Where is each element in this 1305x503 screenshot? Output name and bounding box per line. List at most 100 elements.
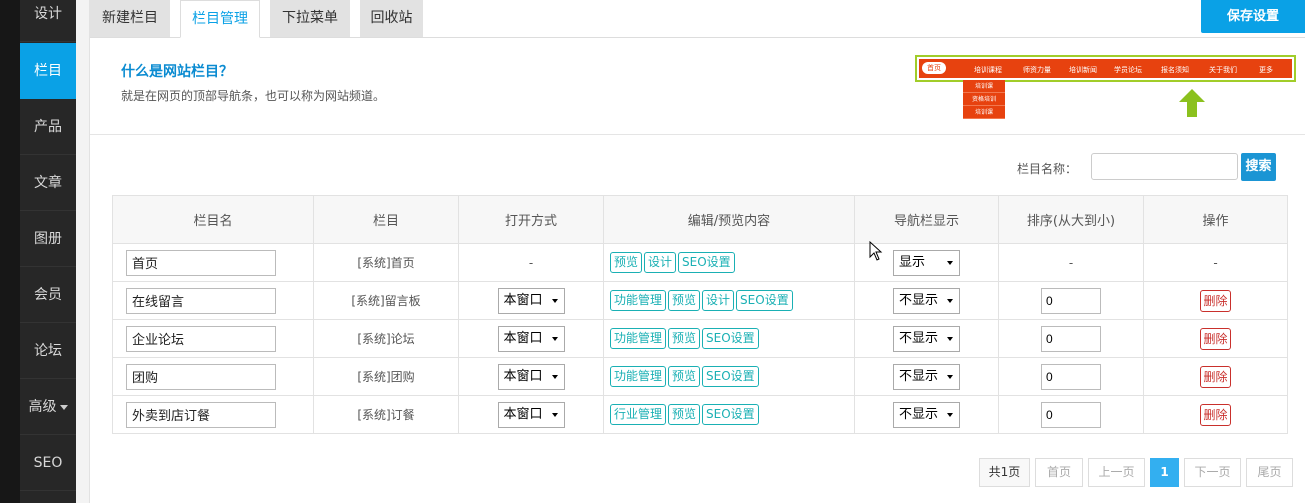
dropdown-arrow-icon [551, 336, 558, 341]
design-button[interactable]: 设计 [702, 290, 735, 311]
nav-display-select[interactable]: 不显示 [893, 287, 960, 314]
cell-nav-display: 不显示 [854, 357, 999, 396]
preview-button[interactable]: 预览 [610, 252, 643, 273]
cell-nav-display: 不显示 [854, 281, 999, 320]
sort-order-input[interactable] [1041, 287, 1101, 314]
column-name-input[interactable] [126, 363, 276, 390]
cell-order [998, 281, 1144, 320]
table-row: [系统]首页 - 预览设计SEO设置 显示 - - [112, 243, 1288, 282]
sidebar-item-columns[interactable]: 栏目 [20, 43, 76, 99]
prev-page-button[interactable]: 上一页 [1088, 458, 1145, 487]
sidebar-item-members[interactable]: 会员 [20, 267, 76, 323]
seo-settings-button[interactable]: SEO设置 [736, 290, 793, 311]
nav-demo-item: 培训新闻 [1069, 66, 1097, 74]
column-table: 栏目名 栏目 打开方式 编辑/预览内容 导航栏显示 排序(从大到小) 操作 [系… [112, 195, 1288, 434]
cell-actions: 功能管理 预览 SEO设置 [603, 357, 855, 396]
header-operation: 操作 [1143, 195, 1288, 244]
nav-display-select[interactable]: 不显示 [893, 325, 960, 352]
nav-display-select[interactable]: 显示 [893, 249, 960, 276]
dropdown-arrow-icon [947, 412, 953, 417]
sidebar-item-advanced[interactable]: 高级 [20, 379, 76, 435]
cell-open-mode: 本窗口 [458, 319, 604, 358]
preview-button[interactable]: 预览 [668, 328, 701, 349]
sidebar-item-products[interactable]: 产品 [20, 99, 76, 155]
tab-dropdown-menu[interactable]: 下拉菜单 [270, 0, 350, 37]
column-name-input[interactable] [126, 401, 276, 428]
tab-recycle-bin[interactable]: 回收站 [360, 0, 423, 37]
open-mode-select[interactable]: 本窗口 [497, 363, 565, 390]
cell-actions: 功能管理 预览 设计 SEO设置 [603, 281, 855, 320]
industry-manage-button[interactable]: 行业管理 [610, 404, 667, 425]
sort-order-input[interactable] [1041, 325, 1101, 352]
delete-button[interactable]: 删除 [1200, 327, 1231, 350]
cell-name [112, 357, 314, 396]
nav-demo-dropdown-item: 资格培训 [963, 93, 1005, 106]
preview-button[interactable]: 预览 [668, 404, 701, 425]
sidebar-item-albums[interactable]: 图册 [20, 211, 76, 267]
intro-panel: 什么是网站栏目？ 就是在网页的顶部导航条，也可以称为网站频道。 首页 培训课程 … [90, 38, 1305, 135]
nav-demo-item: 关于我们 [1209, 66, 1237, 74]
nav-demo-item: 首页 [922, 62, 946, 74]
cell-order [998, 357, 1144, 396]
nav-demo-item: 学员论坛 [1114, 66, 1142, 74]
table-row: [系统]订餐 本窗口 行业管理预览SEO设置 不显示 删除 [112, 395, 1288, 434]
sort-order-input[interactable] [1041, 401, 1101, 428]
preview-button[interactable]: 预览 [668, 290, 701, 311]
sidebar-item-forum[interactable]: 论坛 [20, 323, 76, 379]
column-name-input[interactable] [126, 325, 276, 352]
cell-order [998, 395, 1144, 434]
seo-settings-button[interactable]: SEO设置 [702, 404, 759, 425]
search-button[interactable]: 搜索 [1241, 153, 1276, 181]
seo-settings-button[interactable]: SEO设置 [702, 328, 759, 349]
cell-open-mode: - [458, 243, 604, 282]
sidebar-item-design[interactable]: 设计 [20, 0, 76, 42]
sidebar-item-seo[interactable]: SEO [20, 435, 76, 491]
cell-column-type: [系统]订餐 [313, 395, 459, 434]
last-page-button[interactable]: 尾页 [1246, 458, 1293, 487]
nav-demo-bar: 首页 培训课程 师资力量 培训新闻 学员论坛 报名须知 关于我们 更多 [919, 59, 1292, 78]
cell-column-type: [系统]留言板 [313, 281, 459, 320]
delete-button[interactable]: 删除 [1200, 403, 1231, 426]
tab-column-management[interactable]: 栏目管理 [180, 0, 260, 38]
nav-demo-dropdown-item: 培训课 [963, 106, 1005, 119]
cell-name [112, 281, 314, 320]
column-name-input[interactable] [126, 287, 276, 314]
dropdown-arrow-icon [551, 412, 558, 417]
next-page-button[interactable]: 下一页 [1184, 458, 1241, 487]
column-name-input[interactable] [126, 249, 276, 276]
open-mode-select[interactable]: 本窗口 [497, 401, 565, 428]
first-page-button[interactable]: 首页 [1035, 458, 1083, 487]
open-mode-select[interactable]: 本窗口 [497, 287, 565, 314]
sort-order-input[interactable] [1041, 363, 1101, 390]
tab-new-column[interactable]: 新建栏目 [90, 0, 170, 37]
cell-column-type: [系统]首页 [313, 243, 459, 282]
column-name-search-input[interactable] [1091, 153, 1238, 180]
nav-demo-dropdown-item: 培训课 [963, 80, 1005, 93]
save-settings-button[interactable]: 保存设置 [1201, 0, 1305, 33]
cell-actions: 行业管理 预览 SEO设置 [603, 395, 855, 434]
delete-button[interactable]: 删除 [1200, 289, 1231, 312]
seo-settings-button[interactable]: SEO设置 [702, 366, 759, 387]
sidebar-stripe [0, 0, 20, 503]
function-manage-button[interactable]: 功能管理 [610, 328, 667, 349]
cell-column-type: [系统]论坛 [313, 319, 459, 358]
design-button[interactable]: 设计 [644, 252, 677, 273]
cell-open-mode: 本窗口 [458, 281, 604, 320]
current-page-button[interactable]: 1 [1150, 458, 1179, 487]
open-mode-select[interactable]: 本窗口 [497, 325, 565, 352]
sidebar-item-articles[interactable]: 文章 [20, 155, 76, 211]
sidebar-scrollbar[interactable] [76, 0, 90, 503]
nav-display-select[interactable]: 不显示 [893, 401, 960, 428]
nav-demo-item: 师资力量 [1023, 66, 1051, 74]
dropdown-arrow-icon [551, 374, 558, 379]
cell-order [998, 319, 1144, 358]
delete-button[interactable]: 删除 [1200, 365, 1231, 388]
table-header-row: 栏目名 栏目 打开方式 编辑/预览内容 导航栏显示 排序(从大到小) 操作 [112, 195, 1288, 244]
preview-button[interactable]: 预览 [668, 366, 701, 387]
function-manage-button[interactable]: 功能管理 [610, 366, 667, 387]
cell-order: - [998, 243, 1144, 282]
seo-settings-button[interactable]: SEO设置 [678, 252, 735, 273]
nav-display-select[interactable]: 不显示 [893, 363, 960, 390]
function-manage-button[interactable]: 功能管理 [610, 290, 667, 311]
tab-bar: 新建栏目 栏目管理 下拉菜单 回收站 [90, 0, 1305, 38]
